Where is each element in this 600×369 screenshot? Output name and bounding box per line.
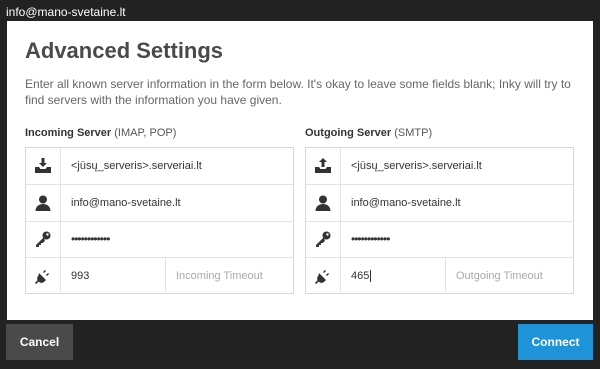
plug-icon xyxy=(306,258,341,294)
outgoing-port-row: 465 Outgoing Timeout xyxy=(306,258,573,294)
incoming-password-row: •••••••••••• xyxy=(26,221,293,258)
outgoing-label-bold: Outgoing Server xyxy=(305,127,392,139)
text-caret xyxy=(370,270,372,282)
incoming-server-form: <jūsų_serveris>.serveriai.lt info@mano-s… xyxy=(25,147,294,294)
key-icon xyxy=(26,221,61,257)
incoming-server-input[interactable]: <jūsų_serveris>.serveriai.lt xyxy=(61,148,293,184)
outgoing-timeout-input[interactable]: Outgoing Timeout xyxy=(446,258,573,294)
incoming-timeout-input[interactable]: Incoming Timeout xyxy=(166,258,293,294)
outgoing-server-input[interactable]: <jūsų_serveris>.serveriai.lt xyxy=(341,148,573,184)
incoming-port-input[interactable]: 993 xyxy=(61,258,166,294)
incoming-label-rest: (IMAP, POP) xyxy=(111,127,177,139)
dialog-description: Enter all known server information in th… xyxy=(25,77,571,107)
incoming-port-row: 993 Incoming Timeout xyxy=(26,258,293,294)
outbox-upload-icon xyxy=(306,148,341,184)
incoming-password-input[interactable]: •••••••••••• xyxy=(61,221,293,257)
user-icon xyxy=(26,185,61,221)
key-icon xyxy=(306,221,341,257)
outgoing-port-value: 465 xyxy=(351,270,370,282)
incoming-username-input[interactable]: info@mano-svetaine.lt xyxy=(61,185,293,221)
outgoing-password-input[interactable]: •••••••••••• xyxy=(341,221,573,257)
plug-icon xyxy=(26,258,61,294)
incoming-username-row: info@mano-svetaine.lt xyxy=(26,185,293,222)
advanced-settings-dialog: Advanced Settings Enter all known server… xyxy=(7,21,593,320)
outgoing-label-rest: (SMTP) xyxy=(391,127,433,139)
dialog-title: Advanced Settings xyxy=(25,38,224,63)
window-title: info@mano-svetaine.lt xyxy=(6,5,126,19)
user-icon xyxy=(306,185,341,221)
outgoing-username-row: info@mano-svetaine.lt xyxy=(306,185,573,222)
cancel-button[interactable]: Cancel xyxy=(6,324,73,360)
outgoing-server-row: <jūsų_serveris>.serveriai.lt xyxy=(306,148,573,185)
outgoing-password-row: •••••••••••• xyxy=(306,221,573,258)
outgoing-port-input[interactable]: 465 xyxy=(341,258,446,294)
connect-button[interactable]: Connect xyxy=(518,324,593,360)
outgoing-server-form: <jūsų_serveris>.serveriai.lt info@mano-s… xyxy=(305,147,574,294)
incoming-label-bold: Incoming Server xyxy=(25,127,112,139)
incoming-server-label: Incoming Server (IMAP, POP) xyxy=(25,126,176,140)
outgoing-server-label: Outgoing Server (SMTP) xyxy=(305,126,432,140)
incoming-server-row: <jūsų_serveris>.serveriai.lt xyxy=(26,148,293,185)
inbox-download-icon xyxy=(26,148,61,184)
outgoing-username-input[interactable]: info@mano-svetaine.lt xyxy=(341,185,573,221)
